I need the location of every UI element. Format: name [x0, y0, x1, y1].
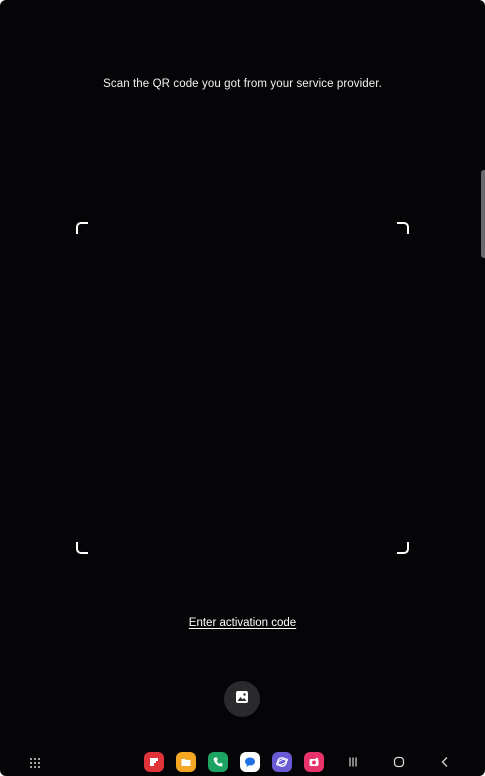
- phone-icon[interactable]: [208, 752, 228, 772]
- back-icon[interactable]: [437, 754, 453, 770]
- viewfinder-corner-top-right: [397, 222, 409, 234]
- enter-activation-code-link[interactable]: Enter activation code: [0, 617, 485, 629]
- recents-icon[interactable]: [345, 754, 361, 770]
- internet-icon[interactable]: [272, 752, 292, 772]
- viewfinder-corner-bottom-right: [397, 542, 409, 554]
- image-icon: [235, 690, 249, 709]
- edge-panel-handle[interactable]: [481, 170, 485, 258]
- camera-icon[interactable]: [304, 752, 324, 772]
- apps-grid-icon[interactable]: [29, 756, 41, 768]
- my-files-icon[interactable]: [176, 752, 196, 772]
- viewfinder-corner-top-left: [76, 222, 88, 234]
- scan-instruction: Scan the QR code you got from your servi…: [103, 78, 382, 90]
- gallery-button[interactable]: [224, 681, 260, 717]
- home-icon[interactable]: [391, 754, 407, 770]
- viewfinder-corner-bottom-left: [76, 542, 88, 554]
- flipboard-icon[interactable]: [144, 752, 164, 772]
- qr-scanner-screen: Scan the QR code you got from your servi…: [0, 0, 485, 776]
- messages-icon[interactable]: [240, 752, 260, 772]
